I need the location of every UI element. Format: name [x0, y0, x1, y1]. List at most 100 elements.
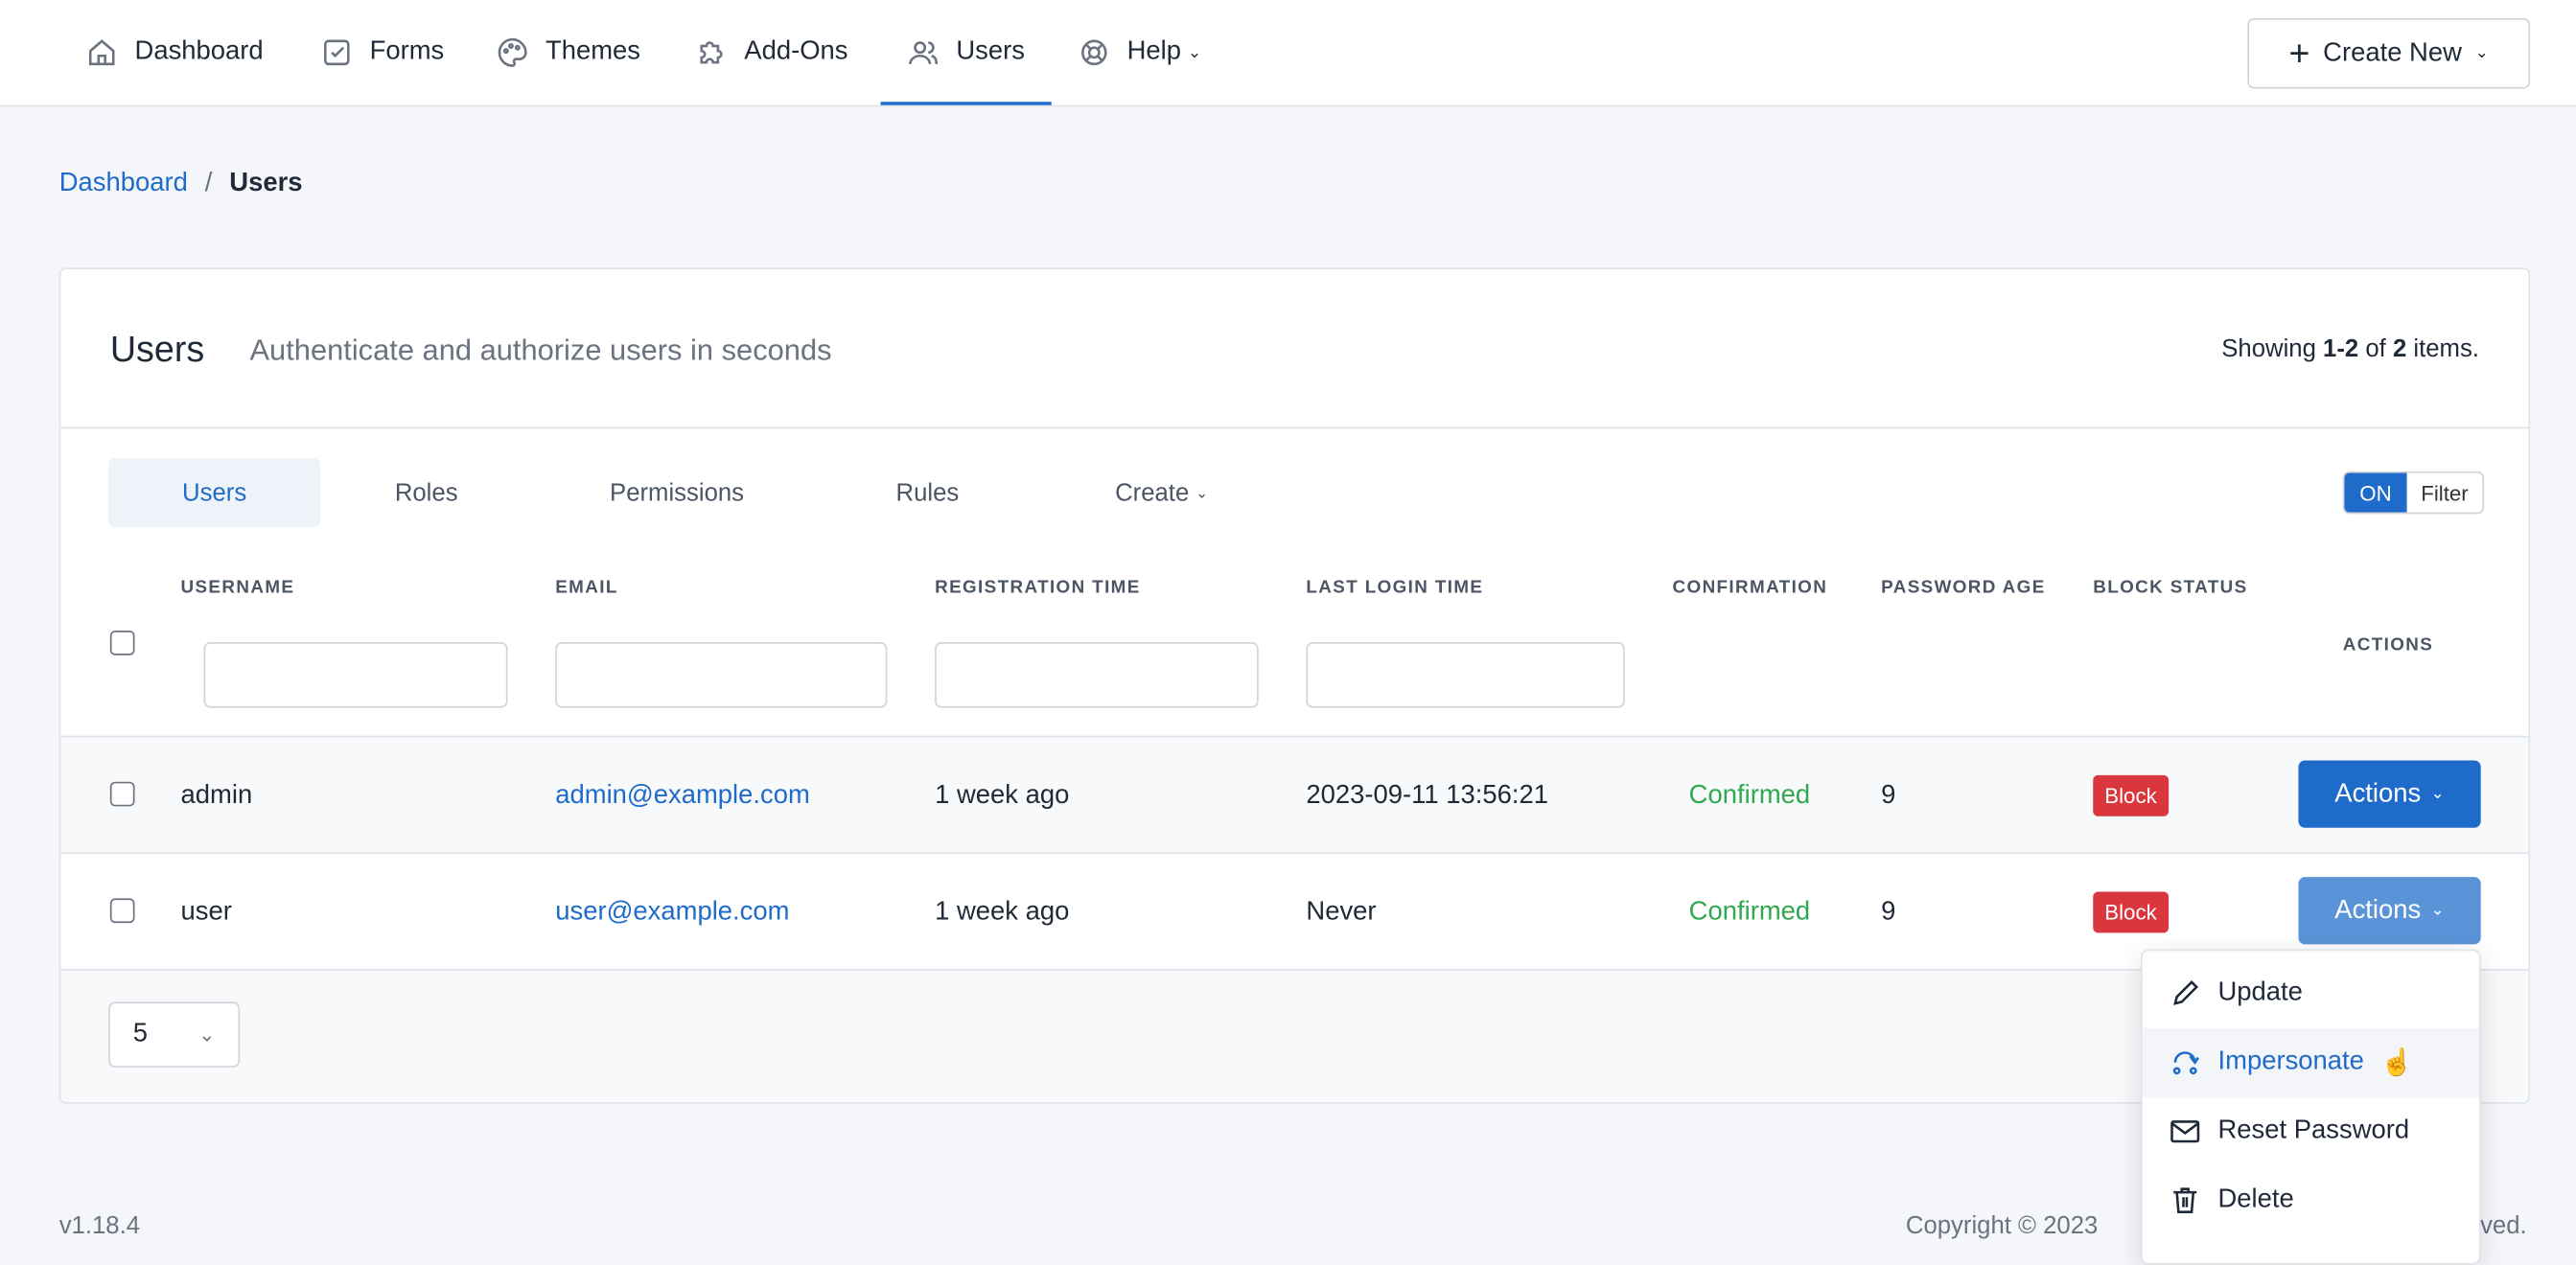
version-label: v1.18.4 — [58, 1211, 141, 1240]
showing-prefix: Showing — [2221, 334, 2324, 363]
tab-permissions[interactable]: Permissions — [570, 458, 784, 527]
col-actions: ACTIONS — [2342, 635, 2434, 656]
menu-label: Impersonate — [2217, 1047, 2364, 1076]
email-link[interactable]: admin@example.com — [555, 737, 810, 854]
breadcrumb: Dashboard / Users — [59, 170, 303, 199]
page-title: Users — [109, 328, 205, 370]
col-block-status[interactable]: BLOCK STATUS — [2093, 578, 2247, 598]
menu-label: Delete — [2217, 1185, 2294, 1214]
username-cell: user — [180, 897, 232, 926]
registration-time-cell: 1 week ago — [935, 780, 1070, 809]
nav-label: Themes — [545, 37, 640, 66]
nav-label: Forms — [369, 37, 445, 66]
create-new-label: Create New — [2323, 38, 2462, 67]
menu-item-reset-password[interactable]: Reset Password — [2143, 1097, 2479, 1166]
password-age-cell: 9 — [1881, 780, 1896, 809]
showing-total: 2 — [2392, 334, 2407, 363]
tab-create[interactable]: Create ⌄ — [1096, 458, 1227, 527]
showing-of: of — [2358, 334, 2393, 363]
col-last-login-time[interactable]: LAST LOGIN TIME — [1306, 578, 1483, 598]
palette-icon — [498, 37, 527, 67]
select-all-checkbox[interactable] — [109, 631, 135, 656]
home-icon — [88, 39, 115, 66]
nav-label: Dashboard — [134, 37, 264, 66]
col-confirmation[interactable]: CONFIRMATION — [1673, 578, 1828, 598]
chevron-down-icon: ⌄ — [1187, 43, 1202, 62]
nav-themes[interactable]: Themes — [497, 0, 640, 105]
actions-button[interactable]: Actions ⌄ — [2298, 877, 2481, 945]
showing-range: 1-2 — [2323, 334, 2359, 363]
confirmation-status: Confirmed — [1688, 897, 1811, 926]
nav-help[interactable]: Help ⌄ — [1078, 0, 1201, 105]
page-size-select[interactable]: 5 ⌄ — [108, 1001, 241, 1068]
table-row: admin admin@example.com 1 week ago 2023-… — [60, 735, 2529, 855]
menu-item-delete[interactable]: Delete — [2143, 1166, 2479, 1235]
mail-icon — [2170, 1120, 2200, 1143]
copyright-right: ved. — [2480, 1211, 2527, 1240]
top-nav: Dashboard Forms Themes Add-Ons Users Hel… — [0, 0, 2576, 107]
tab-roles[interactable]: Roles — [357, 458, 497, 527]
trash-icon — [2173, 1187, 2197, 1213]
actions-label: Actions — [2334, 895, 2422, 924]
username-filter-input[interactable] — [203, 642, 508, 708]
nav-addons[interactable]: Add-Ons — [695, 0, 848, 105]
row-checkbox[interactable] — [109, 781, 135, 807]
chevron-down-icon: ⌄ — [2474, 44, 2490, 63]
active-tab-indicator — [880, 102, 1052, 105]
puzzle-icon — [700, 41, 723, 64]
toggle-label: Filter — [2421, 480, 2469, 505]
nav-label: Add-Ons — [744, 37, 848, 66]
menu-label: Reset Password — [2217, 1116, 2410, 1145]
actions-button[interactable]: Actions ⌄ — [2298, 760, 2481, 828]
col-email[interactable]: EMAIL — [555, 578, 618, 598]
hand-cursor-icon: ☝ — [2380, 1049, 2414, 1078]
tab-create-label: Create — [1115, 478, 1190, 507]
copyright-left: Copyright © 2023 — [1905, 1211, 2099, 1240]
menu-item-impersonate[interactable]: Impersonate ☝ — [2142, 1027, 2479, 1097]
confirmation-status: Confirmed — [1688, 780, 1811, 809]
showing-suffix: items. — [2406, 334, 2479, 363]
nav-forms[interactable]: Forms — [320, 0, 444, 105]
username-cell: admin — [180, 780, 253, 809]
filter-toggle[interactable]: ON Filter — [2342, 471, 2485, 515]
actions-label: Actions — [2334, 779, 2422, 808]
registration-time-cell: 1 week ago — [935, 897, 1070, 926]
registration-time-filter-input[interactable] — [935, 642, 1259, 708]
chevron-down-icon: ⌄ — [2430, 785, 2445, 803]
pencil-icon — [2173, 979, 2199, 1005]
menu-label: Update — [2217, 978, 2303, 1007]
col-username[interactable]: USERNAME — [181, 578, 295, 598]
last-login-cell: Never — [1306, 897, 1377, 926]
row-checkbox[interactable] — [109, 898, 135, 924]
nav-dashboard[interactable]: Dashboard — [85, 0, 264, 105]
breadcrumb-current: Users — [229, 169, 303, 197]
menu-item-update[interactable]: Update — [2143, 959, 2479, 1028]
page-subtitle: Authenticate and authorize users in seco… — [249, 333, 832, 367]
block-button[interactable]: Block — [2093, 891, 2169, 933]
page-size-value: 5 — [132, 1020, 149, 1048]
nav-users[interactable]: Users — [907, 0, 1025, 105]
impersonate-icon — [2172, 1051, 2199, 1075]
users-icon — [909, 41, 939, 64]
chevron-down-icon: ⌄ — [2430, 901, 2445, 920]
toggle-on: ON — [2344, 472, 2407, 513]
plus-icon: + — [2288, 32, 2310, 74]
chevron-down-icon: ⌄ — [198, 1023, 216, 1046]
breadcrumb-separator: / — [204, 169, 213, 197]
col-password-age[interactable]: PASSWORD AGE — [1881, 578, 2045, 598]
last-login-filter-input[interactable] — [1306, 642, 1625, 708]
nav-label: Help — [1126, 37, 1181, 66]
create-new-button[interactable]: + Create New ⌄ — [2247, 17, 2531, 89]
chevron-down-icon: ⌄ — [1195, 483, 1209, 500]
block-button[interactable]: Block — [2093, 774, 2169, 816]
email-filter-input[interactable] — [555, 642, 888, 708]
lifebuoy-icon — [1081, 39, 1107, 66]
tab-rules[interactable]: Rules — [866, 458, 989, 527]
email-link[interactable]: user@example.com — [555, 854, 789, 971]
last-login-cell: 2023-09-11 13:56:21 — [1306, 780, 1548, 809]
nav-label: Users — [956, 37, 1025, 66]
breadcrumb-dashboard[interactable]: Dashboard — [59, 170, 188, 197]
tab-users[interactable]: Users — [108, 458, 321, 528]
col-registration-time[interactable]: REGISTRATION TIME — [935, 578, 1141, 598]
showing-summary: Showing 1-2 of 2 items. — [2221, 335, 2479, 363]
